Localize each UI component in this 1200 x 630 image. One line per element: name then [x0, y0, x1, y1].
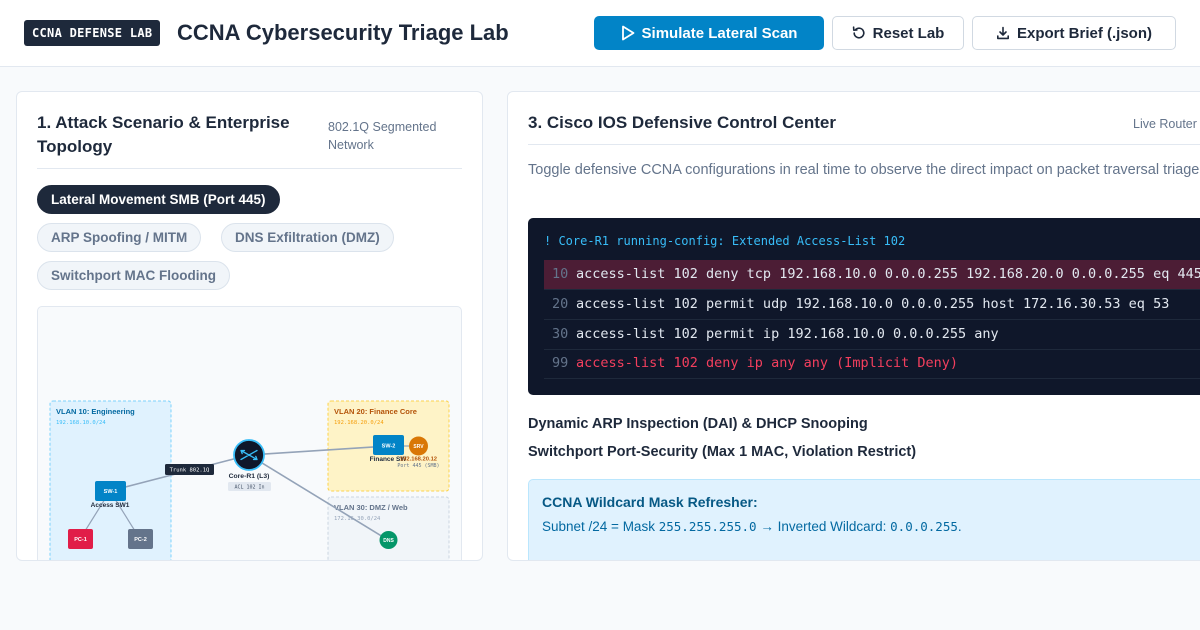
dai-toggle[interactable]: Dynamic ARP Inspection (DAI) & DHCP Snoo…: [528, 416, 868, 432]
refresher-wildcard: 0.0.0.255: [890, 519, 958, 534]
vlan10-title: VLAN 10: Engineering: [56, 407, 135, 416]
sw1-node[interactable]: SW-1: [95, 481, 126, 501]
acl-text: access-list 102 permit ip 192.168.10.0 0…: [576, 326, 999, 342]
export-label: Export Brief (.json): [1016, 24, 1152, 42]
dns-node[interactable]: DNS: [379, 531, 398, 549]
srv-node[interactable]: SRV: [409, 436, 428, 456]
refresher-body: Subnet /24 = Mask 255.255.255.0 → Invert…: [542, 519, 962, 534]
router-acl-label: ACL 102 In: [234, 485, 264, 491]
attack-scenario-panel: 1. Attack Scenario & Enterprise Topology…: [16, 91, 483, 561]
lab-badge: CCNA DEFENSE LAB: [24, 20, 161, 46]
play-icon: [621, 25, 634, 41]
sw1-icon-label: SW-1: [104, 489, 118, 495]
srv-ip: 192.168.20.12: [400, 457, 437, 463]
defensive-control-panel: 3. Cisco IOS Defensive Control Center Li…: [507, 91, 1200, 561]
console-header: ! Core-R1 running-config: Extended Acces…: [544, 234, 906, 248]
vlan20-title: VLAN 20: Finance Core: [334, 407, 417, 416]
simulate-label: Simulate Lateral Scan: [641, 24, 798, 42]
acl-row[interactable]: 99 access-list 102 deny ip any any (Impli…: [544, 349, 1200, 379]
dns-icon-label: DNS: [383, 538, 394, 544]
acl-seq: 99: [552, 355, 569, 371]
export-brief-button[interactable]: Export Brief (.json): [972, 16, 1176, 50]
refresher-mask: 255.255.255.0: [658, 519, 757, 534]
sw1-name: Access SW1: [91, 502, 130, 509]
scenario-pill-dns-exfiltration[interactable]: DNS Exfiltration (DMZ): [221, 223, 394, 252]
refresher-prefix: Subnet /24 = Mask: [542, 519, 655, 534]
app-title: CCNA Cybersecurity Triage Lab: [177, 20, 509, 45]
refresher-middle: → Inverted Wildcard:: [760, 519, 887, 534]
router-config-console: ! Core-R1 running-config: Extended Acces…: [528, 218, 1200, 395]
vlan30-title: VLAN 30: DMZ / Web: [334, 503, 408, 512]
reset-lab-button[interactable]: Reset Lab: [832, 16, 964, 50]
simulate-lateral-scan-button[interactable]: Simulate Lateral Scan: [594, 16, 824, 50]
scenario-pill-lateral-movement[interactable]: Lateral Movement SMB (Port 445): [37, 185, 280, 214]
acl-text: access-list 102 permit udp 192.168.10.0 …: [576, 296, 1170, 312]
acl-text: access-list 102 deny ip any any (Implici…: [576, 355, 959, 371]
pc2-label: PC-2: [134, 537, 147, 543]
router-name: Core-R1 (L3): [229, 473, 270, 480]
vlan20-subnet: 192.168.20.0/24: [334, 420, 384, 426]
top-bar: CCNA DEFENSE LAB CCNA Cybersecurity Tria…: [0, 0, 1200, 67]
pc2-node[interactable]: PC-2: [128, 529, 153, 549]
wildcard-refresher: CCNA Wildcard Mask Refresher: Subnet /24…: [528, 479, 1200, 560]
srv-icon-label: SRV: [413, 444, 424, 450]
reset-label: Reset Lab: [872, 24, 945, 42]
acl-row[interactable]: 20 access-list 102 permit udp 192.168.10.…: [544, 290, 1200, 320]
trunk-label: Trunk 802.1Q: [170, 468, 210, 474]
refresher-suffix: .: [957, 519, 962, 534]
refresher-title: CCNA Wildcard Mask Refresher:: [542, 494, 758, 510]
acl-row[interactable]: 30 access-list 102 permit ip 192.168.10.0…: [544, 320, 1200, 350]
network-topology: VLAN 10: Engineering 192.168.10.0/24 VLA…: [37, 306, 462, 560]
acl-seq: 20: [552, 296, 569, 312]
panel-subtitle: 802.1Q Segmented Network: [328, 120, 437, 152]
panel-title: 1. Attack Scenario & Enterprise Topology: [37, 113, 290, 156]
reset-icon: [852, 26, 865, 39]
panel-title: 3. Cisco IOS Defensive Control Center: [528, 113, 836, 132]
vlan10-subnet: 192.168.10.0/24: [56, 420, 106, 426]
sw2-icon-label: SW-2: [382, 444, 396, 450]
pc1-node[interactable]: PC-1: [68, 529, 93, 549]
download-icon: [996, 26, 1009, 40]
scenario-pill-mac-flooding[interactable]: Switchport MAC Flooding: [37, 261, 230, 290]
panel-subtitle: Live Router: [1133, 117, 1197, 131]
sw2-node[interactable]: SW-2: [373, 435, 404, 455]
acl-text: access-list 102 deny tcp 192.168.10.0 0.…: [576, 266, 1200, 282]
scenario-pill-arp-spoofing[interactable]: ARP Spoofing / MITM: [37, 223, 202, 252]
acl-seq: 30: [552, 326, 569, 342]
core-router-node[interactable]: [233, 439, 265, 471]
panel-divider: [528, 144, 1200, 145]
panel-description: Toggle defensive CCNA configurations in …: [528, 162, 1200, 178]
srv-port: Port 445 (SMB): [397, 463, 439, 469]
pc1-label: PC-1: [74, 537, 87, 543]
acl-seq: 10: [552, 266, 569, 282]
panel-divider: [37, 168, 462, 169]
port-security-toggle[interactable]: Switchport Port-Security (Max 1 MAC, Vio…: [528, 444, 916, 460]
acl-row[interactable]: 10 access-list 102 deny tcp 192.168.10.0 …: [544, 260, 1200, 290]
